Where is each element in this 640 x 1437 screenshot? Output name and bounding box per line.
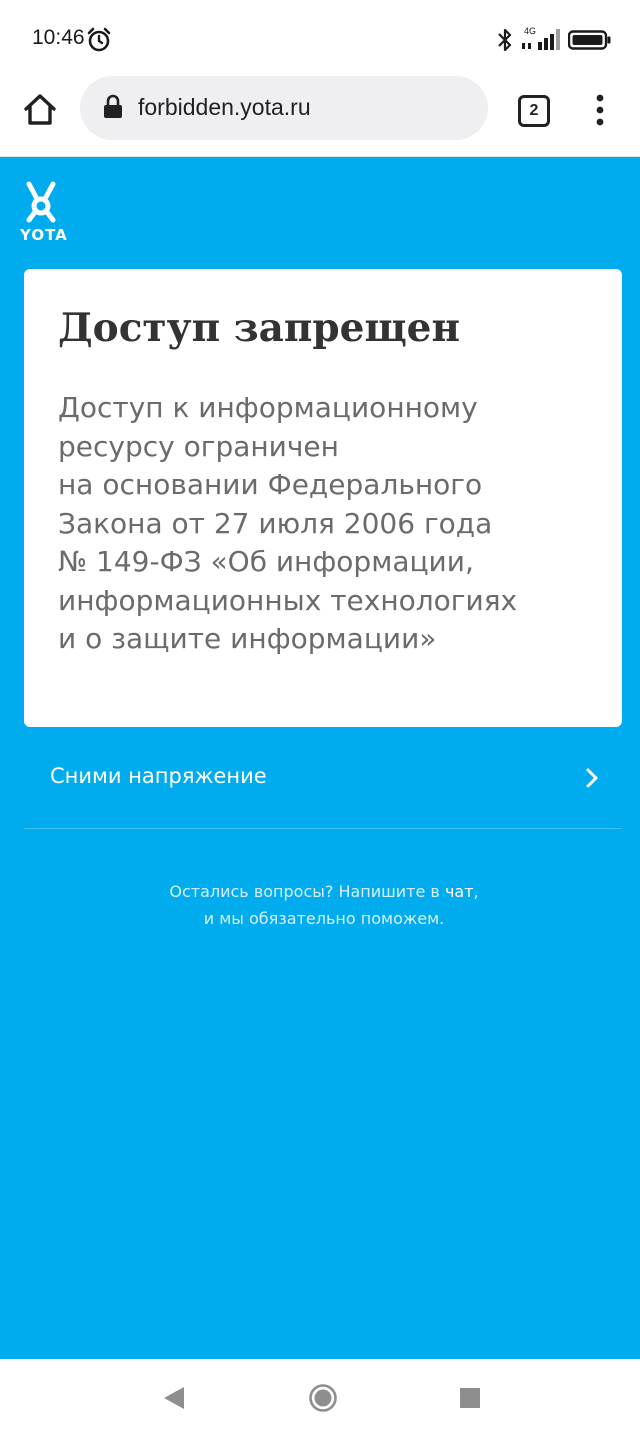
help-line-2: и мы обязательно поможем. bbox=[203, 909, 445, 928]
access-denied-card: Доступ запрещен Доступ к информационному… bbox=[24, 269, 622, 727]
body-line: информационных технологиях bbox=[58, 583, 518, 617]
more-vert-icon[interactable] bbox=[588, 92, 612, 128]
body-line: № 149-ФЗ «Об информации, bbox=[58, 545, 474, 578]
help-line-1: Остались вопросы? Напишите в чат, bbox=[0, 878, 640, 905]
card-body: Доступ к информационному ресурсу огранич… bbox=[58, 389, 598, 659]
promo-link[interactable]: Сними напряжение bbox=[24, 744, 622, 829]
chevron-right-icon[interactable] bbox=[584, 766, 600, 790]
system-nav-bar bbox=[0, 1359, 640, 1437]
signal-icon bbox=[522, 29, 560, 50]
lock-icon[interactable] bbox=[102, 94, 124, 120]
logo-text: YOTA bbox=[20, 226, 68, 244]
tabs-button[interactable]: 2 bbox=[516, 93, 550, 127]
help-suffix: , bbox=[473, 882, 479, 901]
back-icon[interactable] bbox=[162, 1385, 186, 1411]
body-line: и о защите информации» bbox=[58, 622, 437, 655]
tabs-icon[interactable]: 2 bbox=[518, 95, 550, 127]
body-line: Закона от 27 июля 2006 года bbox=[58, 506, 493, 540]
home-icon[interactable] bbox=[20, 90, 60, 130]
home-circle-icon[interactable] bbox=[308, 1383, 338, 1413]
bluetooth-icon bbox=[498, 28, 512, 52]
browser-toolbar: forbidden.yota.ru 2 bbox=[0, 76, 640, 157]
status-time: 10:46 bbox=[32, 26, 85, 49]
page-title: Доступ запрещен bbox=[58, 305, 461, 351]
url-text[interactable]: forbidden.yota.ru bbox=[138, 94, 311, 121]
status-bar: 10:46 4G bbox=[0, 0, 640, 76]
body-line: Доступ к информационному bbox=[58, 391, 478, 424]
alarm-icon bbox=[87, 27, 111, 52]
help-text: Остались вопросы? Напишите в чат, и мы о… bbox=[0, 878, 640, 932]
address-bar[interactable]: forbidden.yota.ru bbox=[80, 76, 488, 140]
recent-apps-icon[interactable] bbox=[460, 1388, 480, 1408]
chat-link[interactable]: чат bbox=[445, 882, 474, 901]
body-line: ресурсу ограничен bbox=[58, 429, 339, 463]
body-line: на основании Федерального bbox=[58, 468, 483, 501]
help-prefix: Остались вопросы? Напишите в bbox=[169, 882, 445, 901]
promo-link-label[interactable]: Сними напряжение bbox=[50, 764, 267, 788]
battery-icon bbox=[568, 30, 611, 50]
